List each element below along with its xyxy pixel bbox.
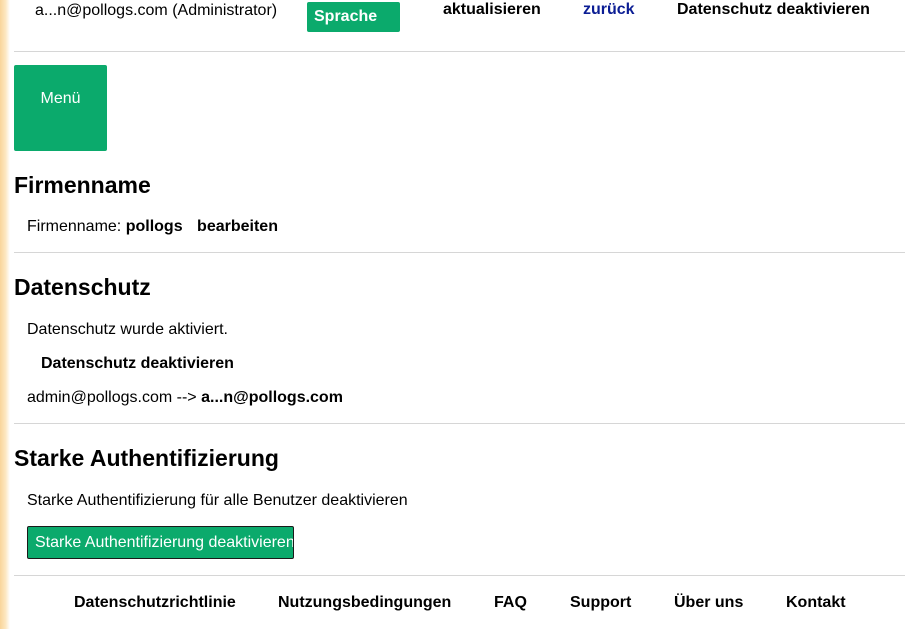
header-privacy-deactivate-link[interactable]: Datenschutz deaktivieren [677, 1, 870, 19]
company-name-label: Firmenname: [27, 218, 122, 235]
strong-auth-description: Starke Authentifizierung für alle Benutz… [27, 492, 408, 509]
language-button[interactable]: Sprache [307, 2, 400, 32]
footer-link-faq[interactable]: FAQ [494, 594, 527, 612]
page: a...n@pollogs.com (Administrator) Sprach… [0, 0, 918, 629]
back-link[interactable]: zurück [583, 1, 635, 19]
footer-link-privacy-policy[interactable]: Datenschutzrichtlinie [74, 594, 236, 612]
footer-link-support[interactable]: Support [570, 594, 631, 612]
footer-link-terms[interactable]: Nutzungsbedingungen [278, 594, 451, 612]
footer-link-contact[interactable]: Kontakt [786, 594, 846, 612]
privacy-section-heading: Datenschutz [14, 274, 151, 300]
left-edge-decoration [0, 0, 10, 629]
divider [14, 252, 905, 253]
menu-button[interactable]: Menü [14, 65, 107, 151]
company-section-heading: Firmenname [14, 172, 151, 198]
company-name-value: pollogs [125, 218, 183, 235]
strong-auth-deactivate-button[interactable]: Starke Authentifizierung deaktivieren [27, 526, 294, 559]
divider [14, 575, 905, 576]
footer-link-about[interactable]: Über uns [674, 594, 743, 612]
divider [14, 423, 905, 424]
current-user-label: a...n@pollogs.com (Administrator) [35, 2, 278, 19]
company-edit-link[interactable]: bearbeiten [197, 218, 278, 235]
privacy-mapping-masked: a...n@pollogs.com [201, 389, 343, 406]
refresh-link[interactable]: aktualisieren [443, 1, 541, 19]
strong-auth-section-heading: Starke Authentifizierung [14, 445, 279, 471]
privacy-deactivate-link[interactable]: Datenschutz deaktivieren [41, 355, 234, 373]
company-name-row: Firmenname: pollogs bearbeiten [27, 218, 278, 236]
privacy-mapping-original: admin@pollogs.com --> [27, 389, 197, 406]
privacy-mapping-row: admin@pollogs.com --> a...n@pollogs.com [27, 389, 343, 407]
privacy-status-text: Datenschutz wurde aktiviert. [27, 321, 228, 338]
divider [14, 51, 905, 52]
